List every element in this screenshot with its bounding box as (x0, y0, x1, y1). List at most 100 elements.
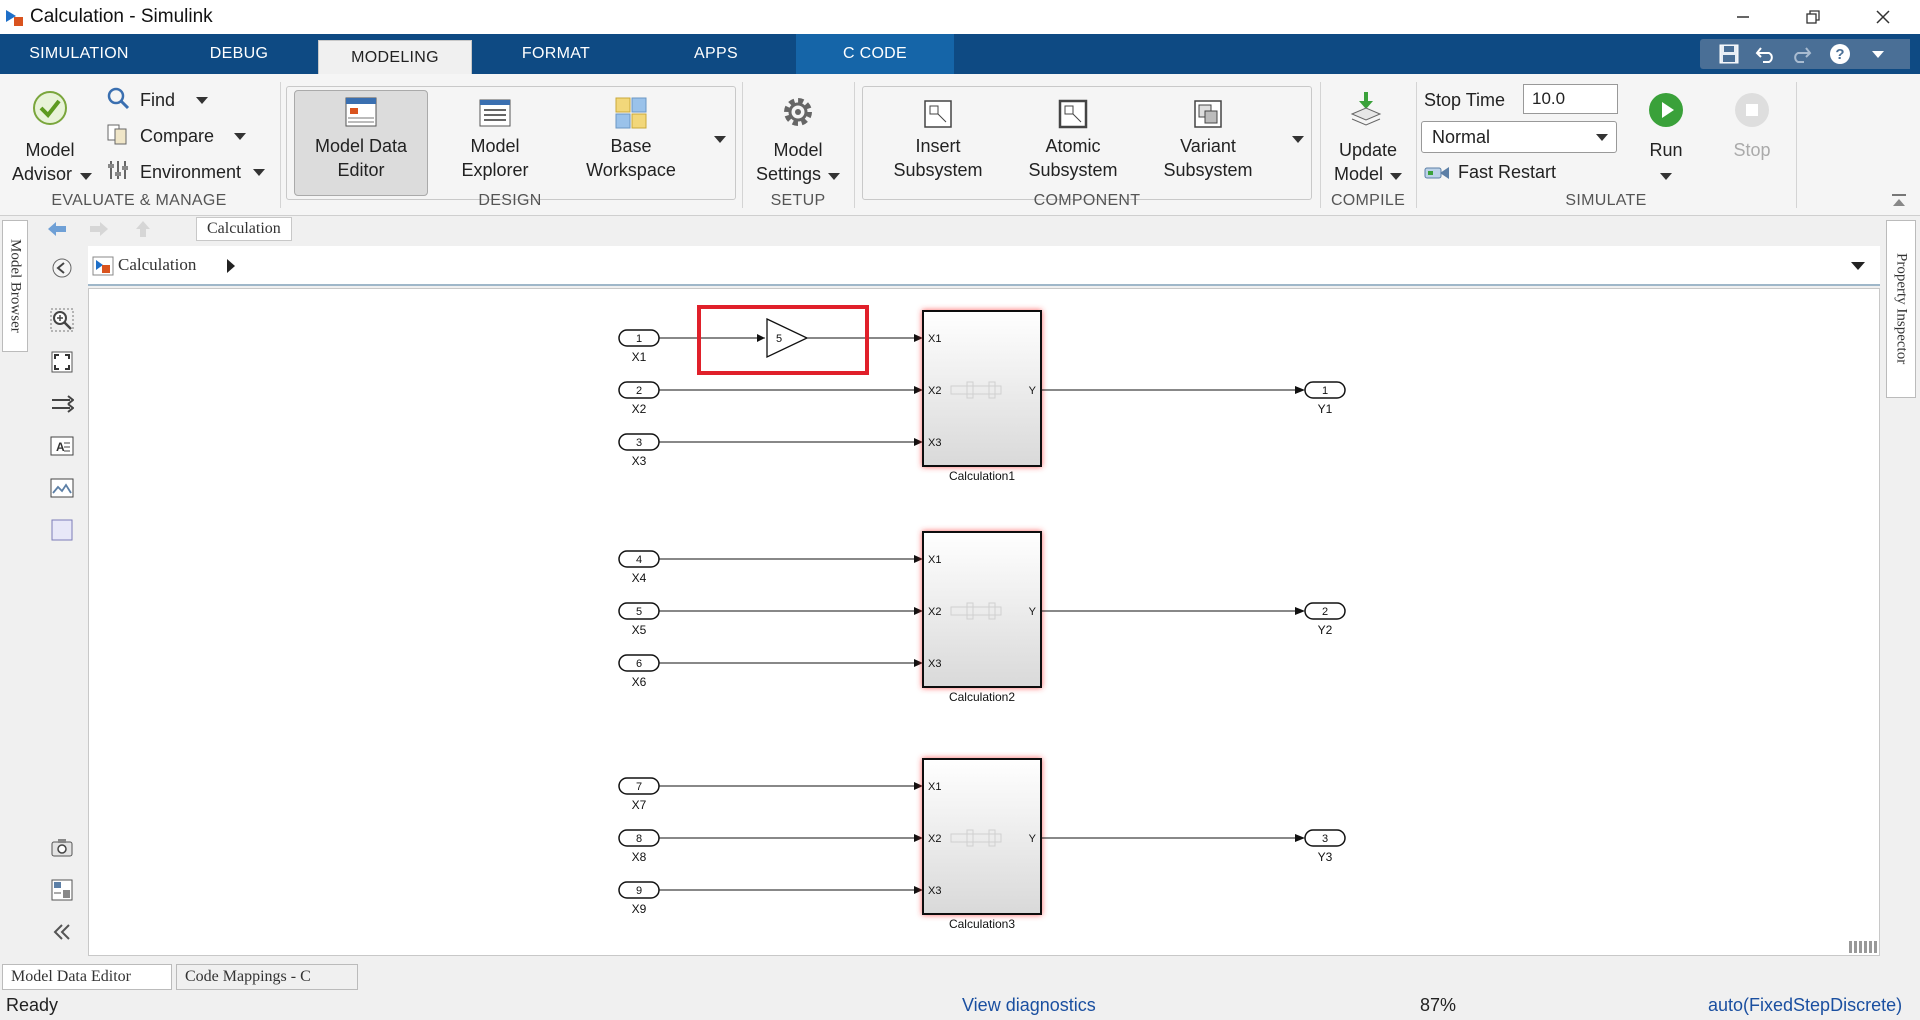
inport-number: 5 (636, 606, 642, 618)
window-title: Calculation - Simulink (30, 6, 213, 27)
view-diagnostics-link[interactable]: View diagnostics (962, 995, 1096, 1016)
model-advisor-dropdown-icon[interactable] (80, 173, 92, 180)
model-browser-tab[interactable]: Model Browser (2, 220, 28, 352)
camera-icon[interactable] (50, 836, 74, 860)
run-button[interactable]: Run (1636, 138, 1696, 162)
fast-restart-button[interactable]: Fast Restart (1458, 160, 1556, 184)
label-line: Variant (1180, 136, 1236, 156)
compare-button[interactable]: Compare (140, 124, 214, 148)
simulation-mode-value: Normal (1432, 127, 1491, 147)
signal-lines-icon[interactable] (50, 392, 74, 416)
model-explorer-button[interactable]: Model Explorer (430, 134, 560, 182)
subsystem-port-label: X1 (928, 333, 941, 345)
image-icon[interactable] (50, 476, 74, 500)
tab-format[interactable]: FORMAT (476, 34, 636, 74)
restore-icon (1806, 10, 1820, 24)
model-advisor-icon (33, 91, 67, 125)
component-gallery-expand-icon[interactable] (1292, 136, 1304, 143)
fit-to-view-icon[interactable] (50, 350, 74, 374)
subsystem-output-label: Y (1029, 833, 1037, 845)
subsystem-output-label: Y (1029, 606, 1037, 618)
address-dropdown-icon[interactable] (1850, 260, 1866, 272)
save-icon[interactable] (1718, 43, 1740, 65)
quick-access-toolbar: ? (1700, 39, 1910, 69)
environment-dropdown-icon[interactable] (253, 169, 265, 176)
up-arrow-icon[interactable] (134, 219, 152, 239)
atomic-subsystem-button[interactable]: Atomic Subsystem (1008, 134, 1138, 182)
minimize-button[interactable] (1708, 0, 1778, 34)
block-diagram[interactable]: 1 X1 5 2 X2 3 X3 X1 X2 X3 Y Calculation1 1 Y1 4 X4 5 X5 6 X… (89, 289, 1879, 955)
close-icon (1876, 10, 1890, 24)
stop-button[interactable]: Stop (1722, 138, 1782, 162)
inport-label: X1 (632, 350, 647, 364)
back-arrow-icon[interactable] (46, 220, 68, 238)
minimize-icon (1737, 16, 1749, 18)
arrowhead (1295, 386, 1305, 394)
find-button[interactable]: Find (140, 88, 175, 112)
subsystem-output-label: Y (1029, 385, 1037, 397)
outport-number: 2 (1322, 606, 1328, 618)
tab-c-code[interactable]: C CODE (796, 34, 954, 74)
model-data-editor-icon (345, 97, 377, 127)
collapse-ribbon-icon[interactable] (1890, 192, 1908, 210)
compare-dropdown-icon[interactable] (234, 133, 246, 140)
redo-icon[interactable] (1790, 44, 1812, 64)
property-inspector-tab[interactable]: Property Inspector (1886, 220, 1916, 398)
status-bar: Ready View diagnostics 87% auto(FixedSte… (0, 992, 1920, 1020)
insert-subsystem-button[interactable]: Insert Subsystem (874, 134, 1002, 182)
collapse-palette-icon[interactable] (50, 920, 74, 944)
model-canvas[interactable]: 1 X1 5 2 X2 3 X3 X1 X2 X3 Y Calculation1 1 Y1 4 X4 5 X5 6 X… (88, 288, 1880, 956)
inport-number: 3 (636, 437, 642, 449)
resize-grip-icon[interactable] (1849, 939, 1879, 953)
tab-code-mappings[interactable]: Code Mappings - C (176, 964, 358, 990)
toolstrip-tabs: SIMULATION DEBUG MODELING FORMAT APPS C … (0, 34, 1920, 74)
model-settings-dropdown-icon[interactable] (828, 173, 840, 180)
hide-explorer-icon[interactable] (50, 256, 74, 280)
run-icon (1649, 93, 1683, 127)
inport-number: 8 (636, 833, 642, 845)
help-dropdown-icon[interactable] (1872, 51, 1884, 58)
undo-icon[interactable] (1755, 44, 1777, 64)
base-workspace-button[interactable]: Base Workspace (566, 134, 696, 182)
tab-modeling[interactable]: MODELING (318, 40, 472, 74)
address-path[interactable]: Calculation (118, 255, 196, 275)
close-button[interactable] (1848, 0, 1918, 34)
tab-simulation[interactable]: SIMULATION (0, 34, 158, 74)
update-model-dropdown-icon[interactable] (1390, 173, 1402, 180)
breadcrumb-arrow-icon[interactable] (226, 258, 236, 274)
ribbon: Model Advisor Find Compare Environment E… (0, 74, 1920, 216)
environment-button[interactable]: Environment (140, 160, 241, 184)
explorer-tab-calculation[interactable]: Calculation (196, 217, 292, 241)
label-line: Subsystem (1028, 160, 1118, 180)
stop-time-input[interactable]: 10.0 (1523, 84, 1618, 114)
inport-label: X6 (632, 675, 647, 689)
inport-label: X5 (632, 623, 647, 637)
tab-model-data-editor[interactable]: Model Data Editor (2, 964, 172, 990)
help-icon[interactable]: ? (1828, 42, 1852, 66)
annotation-icon[interactable]: A (50, 434, 74, 458)
forward-arrow-icon[interactable] (88, 220, 110, 238)
area-icon[interactable] (50, 518, 74, 542)
simulink-icon (6, 10, 23, 26)
model-data-icon[interactable] (50, 878, 74, 902)
restore-button[interactable] (1778, 0, 1848, 34)
simulation-mode-select[interactable]: Normal (1421, 121, 1617, 153)
inport-label: X8 (632, 850, 647, 864)
inport-number: 6 (636, 658, 642, 670)
outport-number: 1 (1322, 385, 1328, 397)
compile-group-label: COMPILE (1330, 192, 1406, 209)
tab-apps[interactable]: APPS (638, 34, 794, 74)
variant-subsystem-button[interactable]: Variant Subsystem (1144, 134, 1272, 182)
arrowhead (914, 834, 923, 842)
zoom-in-icon[interactable] (50, 308, 74, 332)
design-gallery-expand-icon[interactable] (714, 136, 726, 143)
find-dropdown-icon[interactable] (196, 97, 208, 104)
gain-block[interactable] (766, 317, 809, 359)
separator (280, 82, 281, 208)
label-line: Update (1338, 140, 1398, 160)
simulate-group-label: SIMULATE (1565, 192, 1647, 209)
inport-label: X3 (632, 454, 647, 468)
run-dropdown-icon[interactable] (1660, 173, 1672, 180)
tab-debug[interactable]: DEBUG (160, 34, 318, 74)
solver-link[interactable]: auto(FixedStepDiscrete) (1708, 995, 1902, 1016)
